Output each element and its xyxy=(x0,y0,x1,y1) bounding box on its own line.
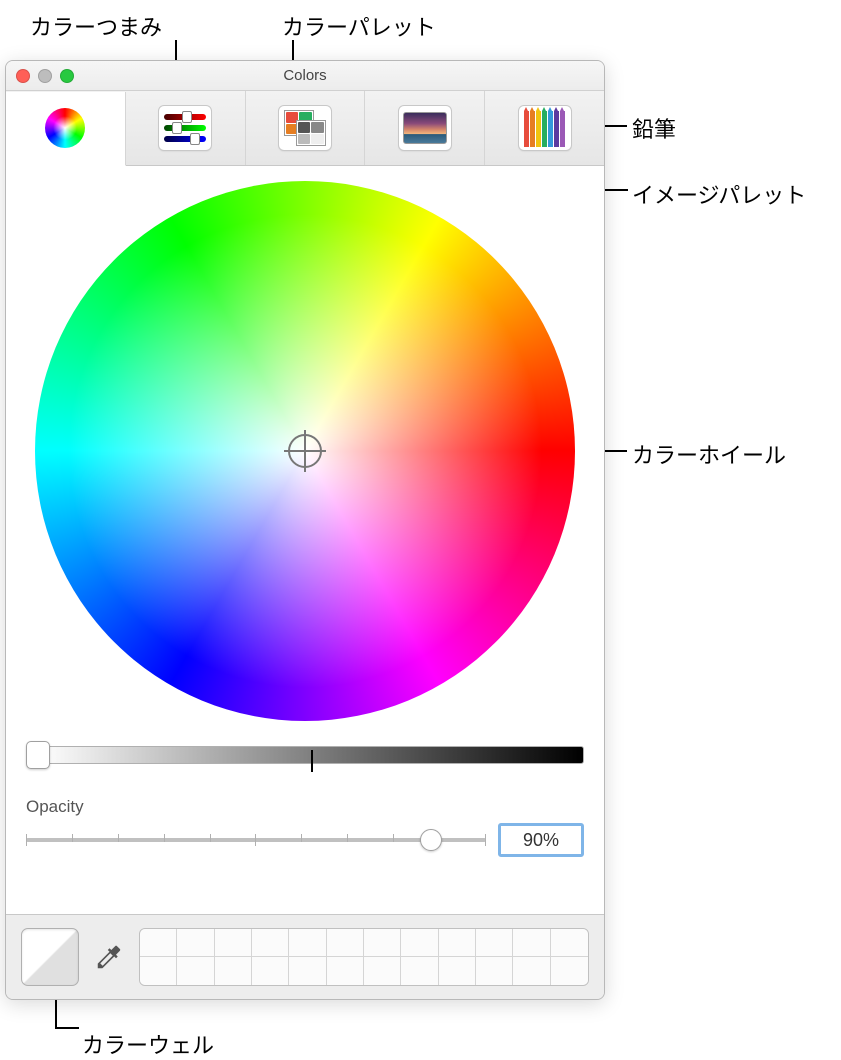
callout-pencils: 鉛筆 xyxy=(632,112,676,144)
pencils-icon xyxy=(524,109,565,147)
swatch[interactable] xyxy=(476,957,513,985)
zoom-button[interactable] xyxy=(60,69,74,83)
swatch[interactable] xyxy=(140,929,177,957)
brightness-tick xyxy=(311,750,313,772)
image-palette-icon xyxy=(403,112,447,144)
opacity-knob[interactable] xyxy=(420,829,442,851)
color-wheel-tab[interactable] xyxy=(6,92,126,166)
traffic-lights xyxy=(16,69,74,83)
swatch[interactable] xyxy=(439,957,476,985)
main-area: Opacity xyxy=(6,166,604,914)
opacity-section: Opacity xyxy=(26,797,584,857)
titlebar: Colors xyxy=(6,61,604,91)
callout-color-wheel: カラーホイール xyxy=(632,438,786,470)
callout-color-well: カラーウェル xyxy=(82,1028,214,1060)
palette-icon xyxy=(284,110,326,146)
callout-image-palettes: イメージパレット xyxy=(632,178,806,210)
color-wheel[interactable] xyxy=(35,181,575,721)
bottom-bar xyxy=(6,914,604,999)
swatch[interactable] xyxy=(327,929,364,957)
callout-color-sliders: カラーつまみ xyxy=(30,10,162,42)
image-palettes-tab[interactable] xyxy=(365,91,485,165)
swatch[interactable] xyxy=(364,929,401,957)
callout-color-palettes: カラーパレット xyxy=(282,10,436,42)
swatch[interactable] xyxy=(289,957,326,985)
swatch[interactable] xyxy=(289,929,326,957)
brightness-track xyxy=(38,746,584,764)
swatch[interactable] xyxy=(177,957,214,985)
color-wheel-reticle[interactable] xyxy=(288,434,322,468)
opacity-input[interactable] xyxy=(498,823,584,857)
pencils-tab[interactable] xyxy=(485,91,604,165)
colors-window: Colors xyxy=(5,60,605,1000)
color-wheel-icon xyxy=(45,108,85,148)
swatch[interactable] xyxy=(401,929,438,957)
swatch[interactable] xyxy=(327,957,364,985)
sliders-icon xyxy=(164,113,206,143)
swatch[interactable] xyxy=(252,929,289,957)
window-title: Colors xyxy=(283,67,326,84)
swatch[interactable] xyxy=(215,929,252,957)
brightness-knob[interactable] xyxy=(26,741,50,769)
swatch[interactable] xyxy=(177,929,214,957)
swatch[interactable] xyxy=(401,957,438,985)
swatch[interactable] xyxy=(140,957,177,985)
swatch[interactable] xyxy=(513,929,550,957)
swatch-grid xyxy=(139,928,589,986)
callout-line xyxy=(55,1027,79,1029)
swatch[interactable] xyxy=(513,957,550,985)
swatch[interactable] xyxy=(476,929,513,957)
swatch[interactable] xyxy=(551,957,588,985)
close-button[interactable] xyxy=(16,69,30,83)
brightness-slider[interactable] xyxy=(26,741,584,769)
color-well[interactable] xyxy=(21,928,79,986)
color-palettes-tab[interactable] xyxy=(246,91,366,165)
swatch[interactable] xyxy=(364,957,401,985)
swatch[interactable] xyxy=(551,929,588,957)
minimize-button[interactable] xyxy=(38,69,52,83)
swatch[interactable] xyxy=(439,929,476,957)
swatch[interactable] xyxy=(215,957,252,985)
color-sliders-tab[interactable] xyxy=(126,91,246,165)
opacity-slider[interactable] xyxy=(26,826,486,854)
opacity-label: Opacity xyxy=(26,797,584,817)
toolbar xyxy=(6,91,604,166)
eyedropper-icon[interactable] xyxy=(94,942,124,972)
swatch[interactable] xyxy=(252,957,289,985)
